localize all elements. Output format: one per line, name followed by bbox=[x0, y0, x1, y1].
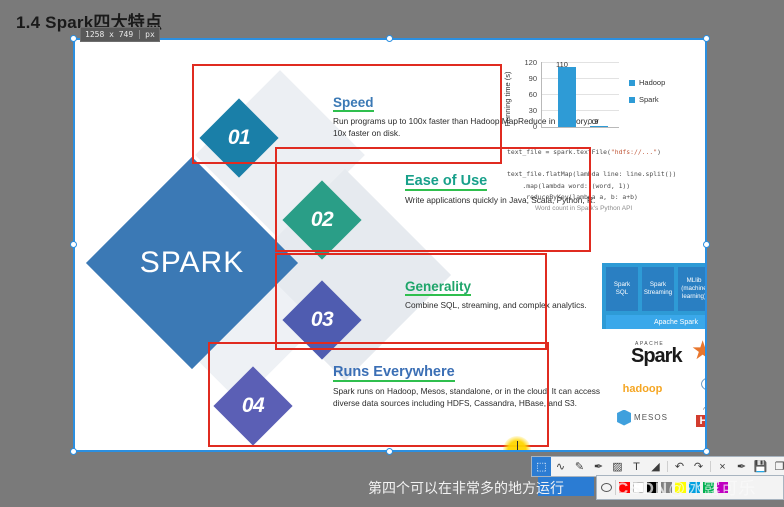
chart-plot-area: 110 0.9 bbox=[541, 60, 619, 128]
code-caption: Word count in Spark's Python API bbox=[535, 205, 633, 212]
code-line-1-string: "hdfs://..." bbox=[610, 148, 658, 156]
stack-base-apache-spark: Apache Spark bbox=[606, 315, 705, 329]
resize-handle-top-right[interactable] bbox=[703, 35, 710, 42]
toolbar-separator bbox=[667, 461, 668, 472]
legend-swatch-icon bbox=[629, 96, 635, 103]
running-time-chart: Running time (s) 120 90 60 30 0 110 0.9 bbox=[503, 56, 701, 142]
apache-spark-logo: APACHE Spark ★ bbox=[605, 335, 705, 369]
feature-title-04: Runs Everywhere bbox=[333, 364, 455, 382]
chart-legend-label-hadoop: Hadoop bbox=[639, 78, 666, 87]
hbase-logo: APACHE HBASE bbox=[684, 406, 705, 429]
resize-handle-bottom-left[interactable] bbox=[70, 448, 77, 455]
csdn-watermark: CSDN@冰露可乐 bbox=[616, 474, 756, 499]
feature-number-02: 02 bbox=[310, 208, 334, 231]
resize-handle-top-center[interactable] bbox=[386, 35, 393, 42]
feature-body-04: Spark runs on Hadoop, Mesos, standalone,… bbox=[333, 386, 601, 409]
watermark-author: @冰露可乐 bbox=[668, 479, 756, 498]
stack-cell-spark-sql: Spark SQL bbox=[606, 267, 638, 311]
chart-value-spark: 0.9 bbox=[588, 117, 599, 126]
stack-cell-spark-streaming: Spark Streaming bbox=[642, 267, 674, 311]
legend-swatch-icon bbox=[629, 79, 635, 86]
logo-row-2: MESOS APACHE HBASE bbox=[605, 406, 705, 429]
hadoop-logo-text: hadoop bbox=[622, 382, 663, 395]
chart-gridline bbox=[542, 62, 619, 63]
feature-block-03: Generality Combine SQL, streaming, and c… bbox=[405, 278, 587, 311]
screenshot-selection-frame[interactable]: SPARK 01 02 03 04 Speed Run programs up … bbox=[70, 35, 710, 455]
code-line-4: .reduceByKey(lambda a, b: a+b) bbox=[507, 192, 638, 201]
spark-star-icon: ★ bbox=[691, 335, 705, 365]
stack-cell-mllib: MLlib (machine learning) bbox=[678, 267, 705, 311]
code-line-1-post: ) bbox=[657, 148, 661, 156]
mesos-hex-icon bbox=[617, 409, 632, 426]
hadoop-logo: hadoop bbox=[609, 379, 677, 397]
logo-row-1: hadoop cassandra bbox=[605, 375, 705, 400]
chart-bar-hadoop bbox=[558, 66, 576, 127]
resize-handle-bottom-right[interactable] bbox=[703, 448, 710, 455]
resize-handle-top-left[interactable] bbox=[70, 35, 77, 42]
code-line-1-pre: text_file = spark.textFile( bbox=[507, 148, 611, 156]
spark-center-label: SPARK bbox=[139, 246, 245, 279]
hbase-apache-text: APACHE bbox=[684, 406, 705, 411]
feature-title-02: Ease of Use bbox=[405, 173, 488, 191]
selection-size-badge: 1258 x 749 px bbox=[80, 27, 160, 42]
spark-stack-components: Spark SQL Spark Streaming MLlib (machine… bbox=[606, 267, 705, 311]
copy-icon[interactable]: ❐ bbox=[770, 457, 784, 476]
chart-gridline bbox=[542, 94, 619, 95]
chart-y-axis-label: Running time (s) bbox=[503, 40, 512, 126]
chart-legend: Hadoop Spark bbox=[629, 78, 665, 112]
chart-ytick-90: 90 bbox=[528, 74, 537, 83]
feature-title-01: Speed bbox=[333, 95, 374, 112]
resize-handle-bottom-center[interactable] bbox=[386, 448, 393, 455]
chart-y-axis-label-text: Running time (s) bbox=[503, 71, 512, 127]
hbase-logo-text: HBASE bbox=[696, 415, 705, 427]
feature-body-03: Combine SQL, streaming, and complex anal… bbox=[405, 300, 587, 310]
chart-legend-item-hadoop: Hadoop bbox=[629, 78, 665, 87]
cassandra-eye-icon bbox=[700, 375, 705, 393]
spark-logo-word: Spark bbox=[631, 345, 683, 367]
ecosystem-logos: APACHE Spark ★ hadoop cassandra MESOS bbox=[605, 335, 705, 429]
chart-legend-item-spark: Spark bbox=[629, 95, 665, 104]
feature-block-04: Runs Everywhere Spark runs on Hadoop, Me… bbox=[333, 363, 601, 410]
crosshair-cursor-icon bbox=[503, 436, 531, 450]
code-line-3: .map(lambda word: (word, 1)) bbox=[507, 181, 631, 190]
cassandra-logo-text: cassandra bbox=[684, 394, 706, 400]
resize-handle-middle-left[interactable] bbox=[70, 241, 77, 248]
chart-ytick-60: 60 bbox=[528, 90, 537, 99]
mesos-logo: MESOS bbox=[609, 409, 677, 426]
spark-stack-diagram: Spark SQL Spark Streaming MLlib (machine… bbox=[602, 263, 705, 329]
feature-title-03: Generality bbox=[405, 279, 472, 296]
pencil-icon[interactable]: ✎ bbox=[570, 457, 589, 476]
chart-ytick-0: 0 bbox=[532, 122, 537, 131]
code-line-2: text_file.flatMap(lambda line: line.spli… bbox=[507, 170, 677, 179]
feature-number-04: 04 bbox=[241, 394, 265, 417]
chart-value-hadoop: 110 bbox=[556, 60, 568, 69]
slide-canvas: SPARK 01 02 03 04 Speed Run programs up … bbox=[75, 40, 705, 450]
toolbar-separator bbox=[710, 461, 711, 472]
cursor-vertical-line bbox=[516, 441, 518, 450]
polyline-icon[interactable]: ∿ bbox=[551, 457, 570, 476]
resize-handle-middle-right[interactable] bbox=[703, 241, 710, 248]
chart-ytick-120: 120 bbox=[524, 58, 537, 67]
watermark-brand: CSDN bbox=[616, 479, 669, 498]
selection-dimensions: 1258 x 749 bbox=[85, 30, 134, 39]
caption-text: 第四个可以在非常多的地方运行 bbox=[368, 480, 564, 496]
chart-ytick-30: 30 bbox=[528, 106, 537, 115]
ellipse-shape-icon[interactable] bbox=[601, 483, 612, 492]
crop-select-icon[interactable]: ⬚ bbox=[532, 457, 551, 476]
selection-unit: px bbox=[139, 30, 155, 39]
chart-gridline bbox=[542, 78, 619, 79]
python-code-sample: text_file = spark.textFile("hdfs://...")… bbox=[507, 147, 676, 203]
cassandra-logo: cassandra bbox=[684, 375, 706, 400]
feature-number-03: 03 bbox=[310, 308, 334, 331]
feature-number-01: 01 bbox=[227, 126, 251, 149]
chart-bar-spark bbox=[590, 126, 608, 127]
chart-legend-label-spark: Spark bbox=[639, 95, 659, 104]
marker-icon[interactable]: ✒ bbox=[589, 457, 608, 476]
mesos-logo-text: MESOS bbox=[634, 413, 668, 422]
chart-gridline bbox=[542, 110, 619, 111]
